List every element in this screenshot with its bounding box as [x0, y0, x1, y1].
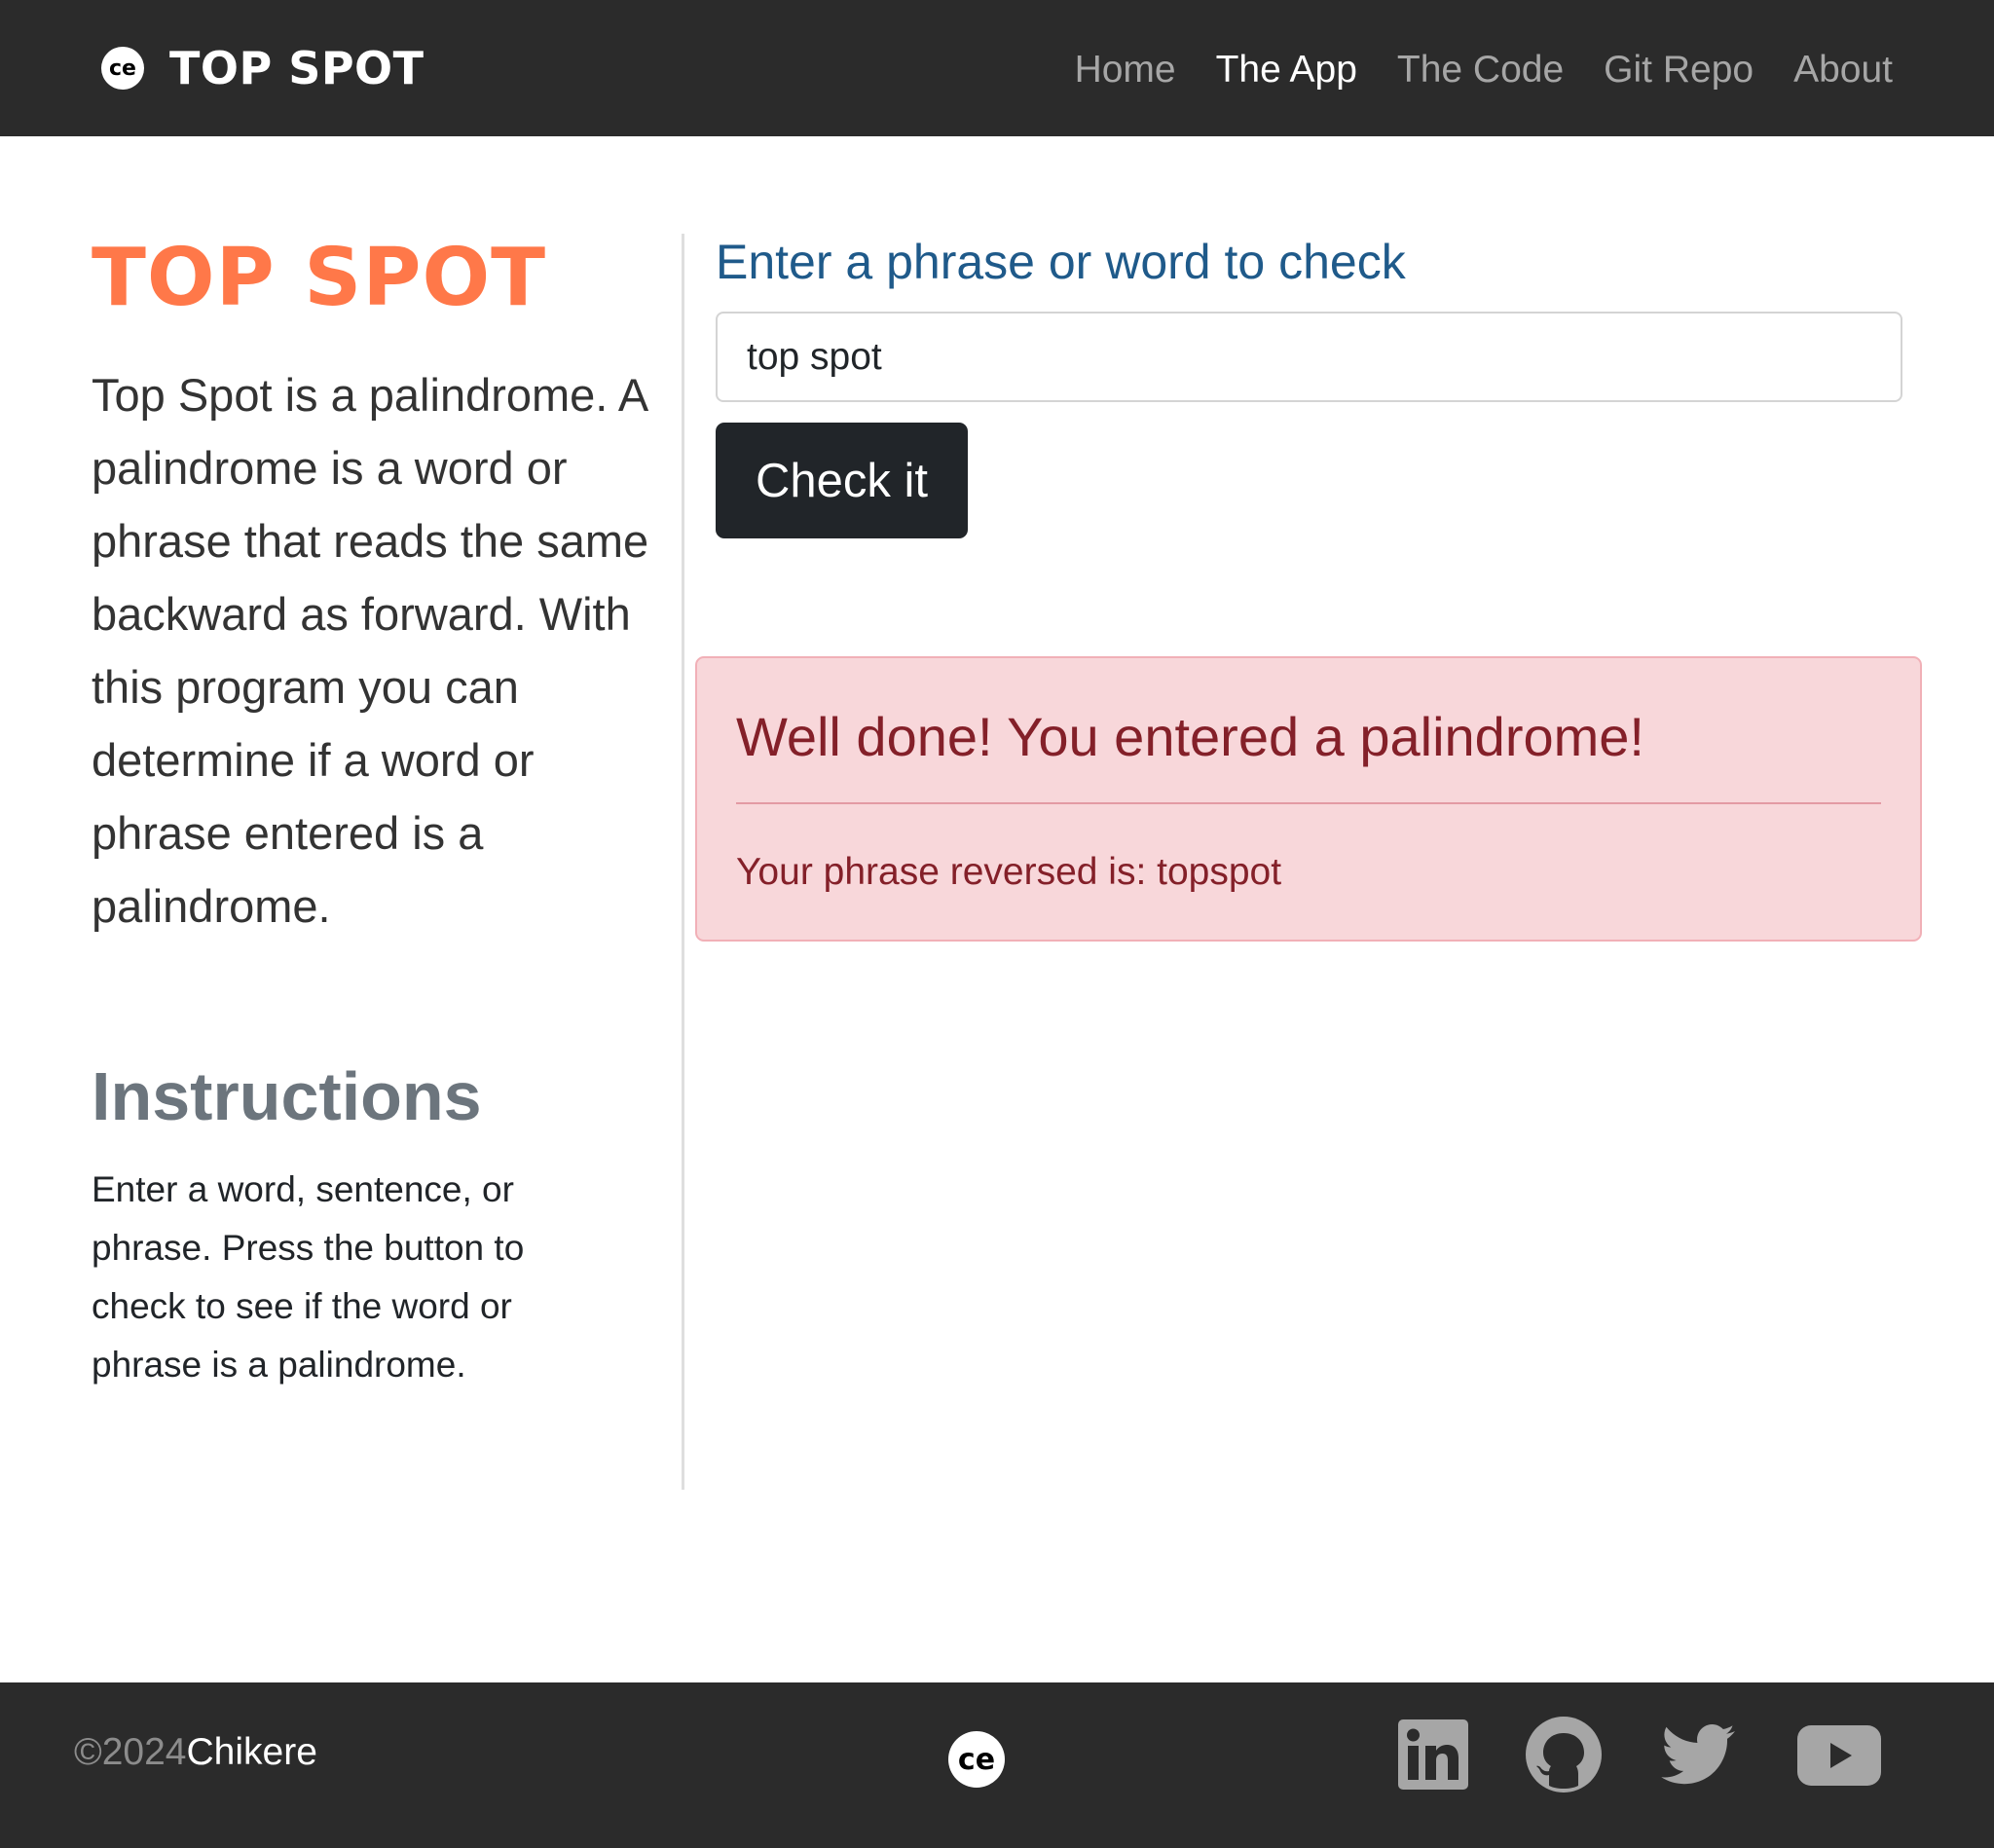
hero-title: TOP SPOT	[92, 232, 547, 324]
linkedin-icon[interactable]	[1398, 1719, 1468, 1790]
nav-link-home[interactable]: Home	[1075, 49, 1176, 92]
alert-heading: Well done! You entered a palindrome!	[736, 706, 1644, 767]
copyright: ©2024Chikere	[74, 1731, 317, 1774]
check-it-button[interactable]: Check it	[716, 423, 968, 538]
copyright-year: ©2024	[74, 1731, 187, 1773]
nav-links: Home The App The Code Git Repo About	[1035, 39, 1893, 101]
result-alert: Well done! You entered a palindrome! You…	[695, 656, 1922, 942]
twitter-icon[interactable]	[1659, 1723, 1737, 1788]
nav-link-about[interactable]: About	[1793, 49, 1893, 92]
hero-description: Top Spot is a palindrome. A palindrome i…	[92, 369, 649, 932]
alert-divider	[736, 802, 1881, 804]
brand-name[interactable]: TOP SPOT	[169, 42, 425, 94]
brand[interactable]: ce TOP SPOT	[101, 39, 425, 97]
column-divider	[682, 234, 684, 1490]
nav-link-the-code[interactable]: The Code	[1397, 49, 1564, 92]
nav-link-git-repo[interactable]: Git Repo	[1604, 49, 1754, 92]
phrase-input-label: Enter a phrase or word to check	[716, 235, 1406, 289]
nav-link-the-app[interactable]: The App	[1216, 49, 1357, 92]
copyright-name-link[interactable]: Chikere	[187, 1731, 317, 1773]
phrase-input[interactable]	[716, 312, 1902, 402]
alert-message: Your phrase reversed is: topspot	[736, 851, 1282, 893]
navbar: ce TOP SPOT Home The App The Code Git Re…	[0, 0, 1994, 136]
instructions-title: Instructions	[92, 1058, 482, 1134]
youtube-icon[interactable]	[1797, 1725, 1881, 1786]
footer-logo-icon[interactable]: ce	[948, 1731, 1005, 1788]
brand-logo-icon: ce	[101, 47, 144, 90]
github-icon[interactable]	[1525, 1716, 1603, 1793]
footer: ©2024Chikere ce	[0, 1682, 1994, 1848]
instructions-text: Enter a word, sentence, or phrase. Press…	[92, 1169, 525, 1385]
